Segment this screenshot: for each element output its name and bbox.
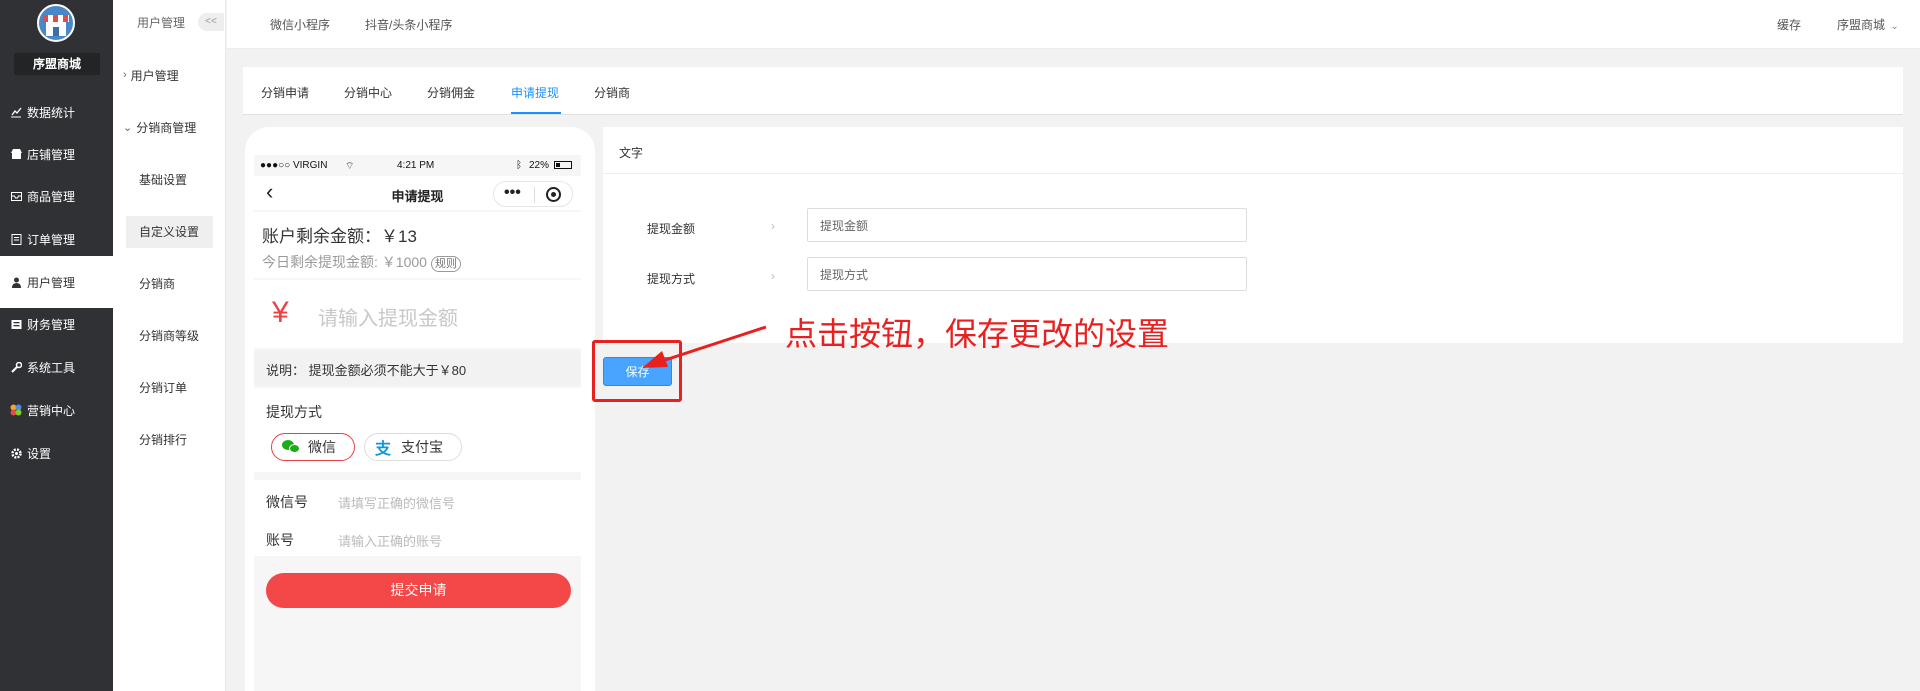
sidebar-item-label: 数据统计 [27,105,76,120]
user-icon [10,276,22,288]
tab-distribution-commission[interactable]: 分销佣金 [427,84,475,101]
time-text: 4:21 PM [397,160,435,171]
top-bar: 微信小程序 抖音/头条小程序 缓存 序盟商城 ⌄ [227,0,1920,49]
tab-distribution-apply[interactable]: 分销申请 [261,84,309,101]
cache-button[interactable]: 缓存 [1777,16,1801,33]
marketing-icon [10,404,22,416]
wechat-icon [282,440,300,454]
secondary-sidebar: 用户管理 << › 用户管理 ⌄ 分销商管理 基础设置 自定义设置 分销商 分销… [113,0,226,691]
group-label: 分销商管理 [136,120,197,135]
alipay-label: 支付宝 [401,439,443,455]
alipay-option[interactable]: 支 支付宝 [364,433,462,461]
collapse-button[interactable]: << [198,13,224,31]
amount-field-label: 提现金额 [647,222,696,236]
sub-item-distribution-ranking[interactable]: 分销排行 [126,424,213,456]
group-distributor-management[interactable]: ⌄ 分销商管理 [123,117,196,137]
finance-icon [10,318,22,330]
method-field-label: 提现方式 [647,272,696,286]
shop-icon [10,148,22,160]
wrench-icon [10,361,22,373]
amount-input[interactable]: 请输入提现金额 [318,302,458,331]
carrier-text: ●●●○○ VIRGIN [260,160,328,171]
yen-icon: ¥ [272,296,289,329]
sidebar-item-label: 商品管理 [27,189,76,204]
chevron-down-icon: ⌄ [1890,21,1899,32]
annotation-text: 点击按钮，保存更改的设置 [785,315,1170,353]
wechat-label: 微信 [308,439,336,455]
wechat-pay-option[interactable]: 微信 [271,433,355,461]
sub-item-distributors[interactable]: 分销商 [126,268,213,300]
sidebar-item-label: 营销中心 [27,403,76,418]
sidebar-item-label: 店铺管理 [27,147,76,162]
battery-text: 22% [529,160,550,171]
chevron-right-icon: › [123,69,127,81]
today-remaining-text: 今日剩余提现金额: ￥1000 [262,254,427,270]
sidebar-item-settings[interactable]: 设置 [0,427,113,479]
inbox-icon [10,190,22,202]
close-target-icon[interactable] [546,187,561,202]
sidebar-item-label: 用户管理 [27,275,76,290]
note-section: 说明： 提现金额必须不能大于￥80 [254,350,581,386]
account-label: 账号 [266,532,294,548]
sidebar-item-label: 订单管理 [27,232,76,247]
annotation-arrow-icon [642,325,767,368]
wechat-id-label: 微信号 [266,494,308,510]
rule-tag[interactable]: 规则 [430,256,461,272]
sidebar-item-label: 系统工具 [27,360,76,375]
main-sidebar: 序盟商城 数据统计 店铺管理 商品管理 订单管理 用户管理 财务管理 系统工具 … [0,0,113,691]
brand-name: 序盟商城 [14,53,100,75]
account-input[interactable]: 请输入正确的账号 [338,531,442,550]
more-icon[interactable]: ••• [504,184,521,202]
sidebar-item-label: 设置 [27,446,52,461]
chart-line-icon [10,106,22,118]
sub-item-custom-settings[interactable]: 自定义设置 [126,216,213,248]
account-section: 微信号 请填写正确的微信号 账号 请输入正确的账号 [254,480,581,556]
top-tab-wechat-miniprogram[interactable]: 微信小程序 [270,16,330,33]
group-user-management[interactable]: › 用户管理 [123,65,179,85]
method-title: 提现方式 [266,404,322,420]
miniprogram-capsule[interactable]: ••• [493,181,573,207]
sub-item-basic-settings[interactable]: 基础设置 [126,164,213,196]
group-label: 用户管理 [130,68,179,83]
chevron-right-icon: › [771,269,775,283]
tab-distributors[interactable]: 分销商 [594,84,630,101]
tab-withdraw-apply[interactable]: 申请提现 [511,84,559,101]
amount-section: ¥ 请输入提现金额 [254,280,581,348]
store-logo-icon[interactable] [37,4,75,42]
wechat-id-input[interactable]: 请填写正确的微信号 [338,493,455,512]
order-icon [10,233,22,245]
store-name: 序盟商城 [1837,18,1886,32]
sub-item-distributor-levels[interactable]: 分销商等级 [126,320,213,352]
sidebar-item-label: 财务管理 [27,317,76,332]
form-header: 文字 [603,127,1903,174]
submit-apply-button[interactable]: 提交申请 [266,573,571,608]
alipay-icon: 支 [375,441,392,458]
amount-field[interactable] [807,208,1247,242]
active-tab-indicator [511,112,561,114]
bluetooth-icon: ᛒ [516,160,522,171]
withdraw-note: 说明： 提现金额必须不能大于￥80 [266,363,467,378]
tab-distribution-center[interactable]: 分销中心 [344,84,392,101]
gear-icon [10,447,22,459]
today-remaining: 今日剩余提现金额: ￥1000 规则 [262,252,461,272]
battery-icon [554,161,572,169]
wifi-icon: ⌔ [345,161,355,172]
method-section: 提现方式 微信 支 支付宝 [254,388,581,472]
form-header-title: 文字 [619,146,644,160]
chevron-down-icon: ⌄ [123,121,133,134]
method-field[interactable] [807,257,1247,291]
chevron-right-icon: › [771,219,775,233]
phone-navbar: ‹ 申请提现 ••• [254,176,581,210]
content-tabs: 分销申请 分销中心 分销佣金 申请提现 分销商 [243,67,1903,115]
phone-status-bar: ●●●○○ VIRGIN ⌔ 4:21 PM ᛒ 22% [254,158,581,174]
sub-item-distribution-orders[interactable]: 分销订单 [126,372,213,404]
account-balance: 账户剩余金额：￥13 [262,227,417,246]
balance-section: 账户剩余金额：￥13 今日剩余提现金额: ￥1000 规则 [254,212,581,278]
store-switcher[interactable]: 序盟商城 ⌄ [1837,16,1899,33]
top-tab-douyin-miniprogram[interactable]: 抖音/头条小程序 [365,16,452,33]
